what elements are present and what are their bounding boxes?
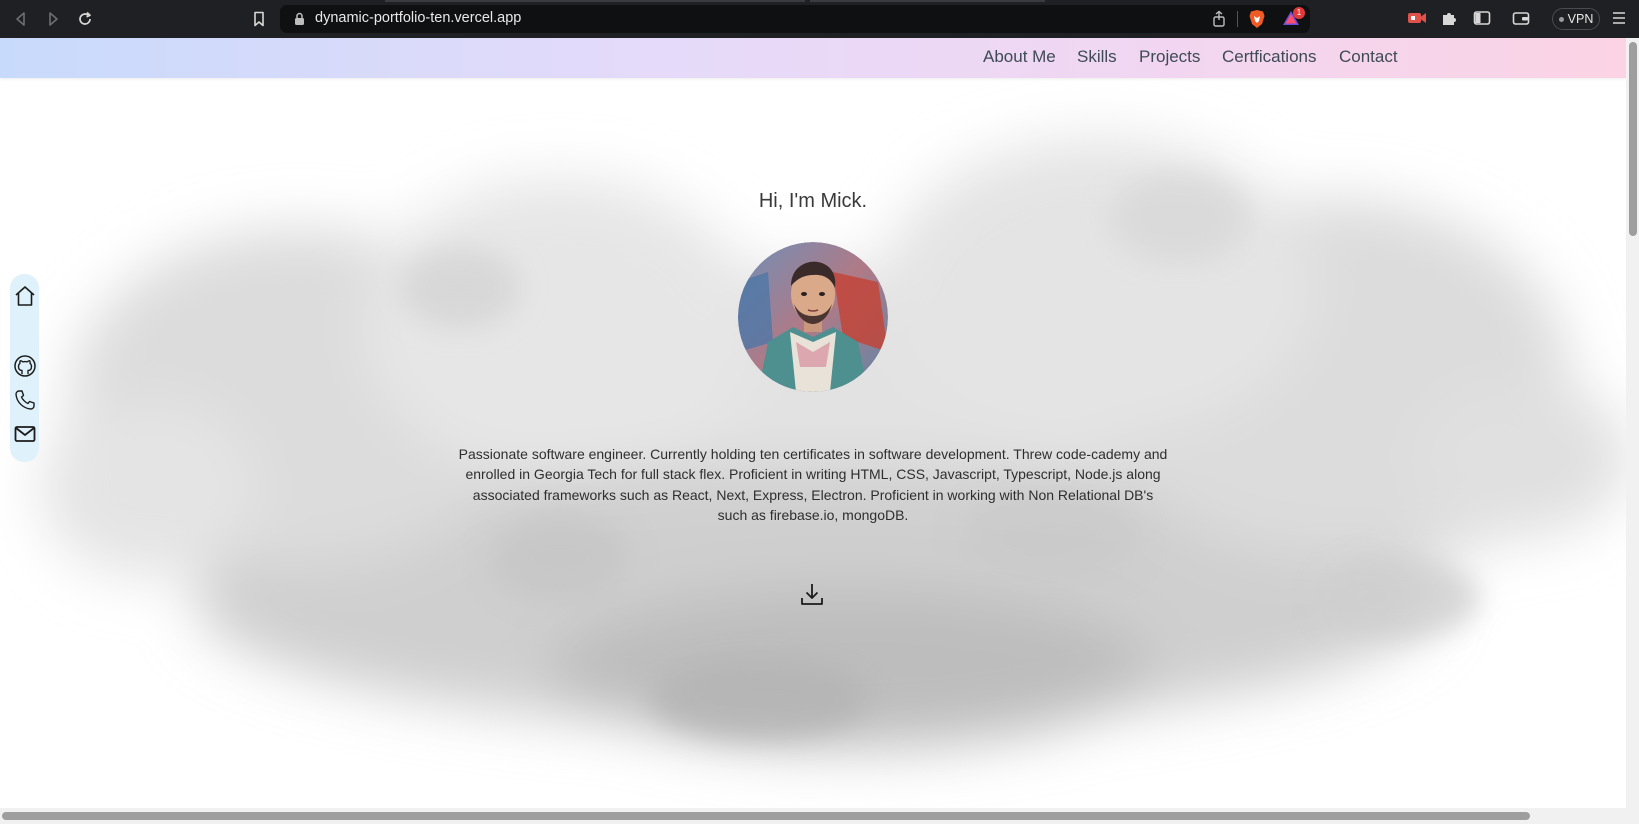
vertical-scrollbar-thumb[interactable] [1629,42,1637,236]
nav-projects[interactable]: Projects [1139,47,1200,67]
hero-section: Hi, I'm Mick. Passionate software engine… [0,38,1626,808]
extensions-icon[interactable] [1440,9,1458,32]
page-title: Hi, I'm Mick. [758,190,868,212]
nav-certifications[interactable]: Certfications [1222,47,1316,67]
page-viewport: About Me Skills Projects Certfications C… [0,38,1626,808]
share-icon[interactable] [1211,10,1227,32]
brave-shield-icon[interactable] [1248,9,1266,34]
tab-edge [385,0,805,2]
vpn-label: VPN [1567,12,1594,26]
reload-icon[interactable] [75,9,95,29]
download-icon[interactable] [798,581,826,609]
mail-icon[interactable] [13,422,37,446]
bookmark-icon[interactable] [249,9,269,29]
url-text[interactable]: dynamic-portfolio-ten.vercel.app [315,10,521,26]
github-icon[interactable] [13,354,37,378]
menu-icon[interactable] [1612,10,1626,31]
horizontal-scrollbar-thumb[interactable] [2,812,1530,820]
vpn-status-dot [1558,16,1564,22]
forward-icon[interactable] [43,9,63,29]
url-divider [1237,11,1238,27]
browser-toolbar: dynamic-portfolio-ten.vercel.app 1 VPN [0,0,1639,38]
sidebar-icon[interactable] [1473,9,1491,32]
bio-paragraph: Passionate software engineer. Currently … [458,446,1168,524]
home-icon[interactable] [13,284,37,308]
alert-badge: 1 [1293,7,1305,19]
tab-edge [810,0,1045,2]
nav-skills[interactable]: Skills [1077,47,1117,67]
top-navbar: About Me Skills Projects Certfications C… [0,38,1626,78]
nav-about-me[interactable]: About Me [983,47,1056,67]
lock-icon[interactable] [294,12,305,31]
social-sidebar [10,274,39,462]
nav-contact[interactable]: Contact [1339,47,1398,67]
media-icon[interactable] [1407,9,1427,32]
avatar [738,242,888,392]
back-icon[interactable] [11,9,31,29]
wallet-icon[interactable] [1512,9,1530,32]
vpn-button[interactable]: VPN [1552,8,1600,30]
address-bar[interactable]: dynamic-portfolio-ten.vercel.app 1 [280,5,1310,33]
phone-icon[interactable] [13,388,37,412]
